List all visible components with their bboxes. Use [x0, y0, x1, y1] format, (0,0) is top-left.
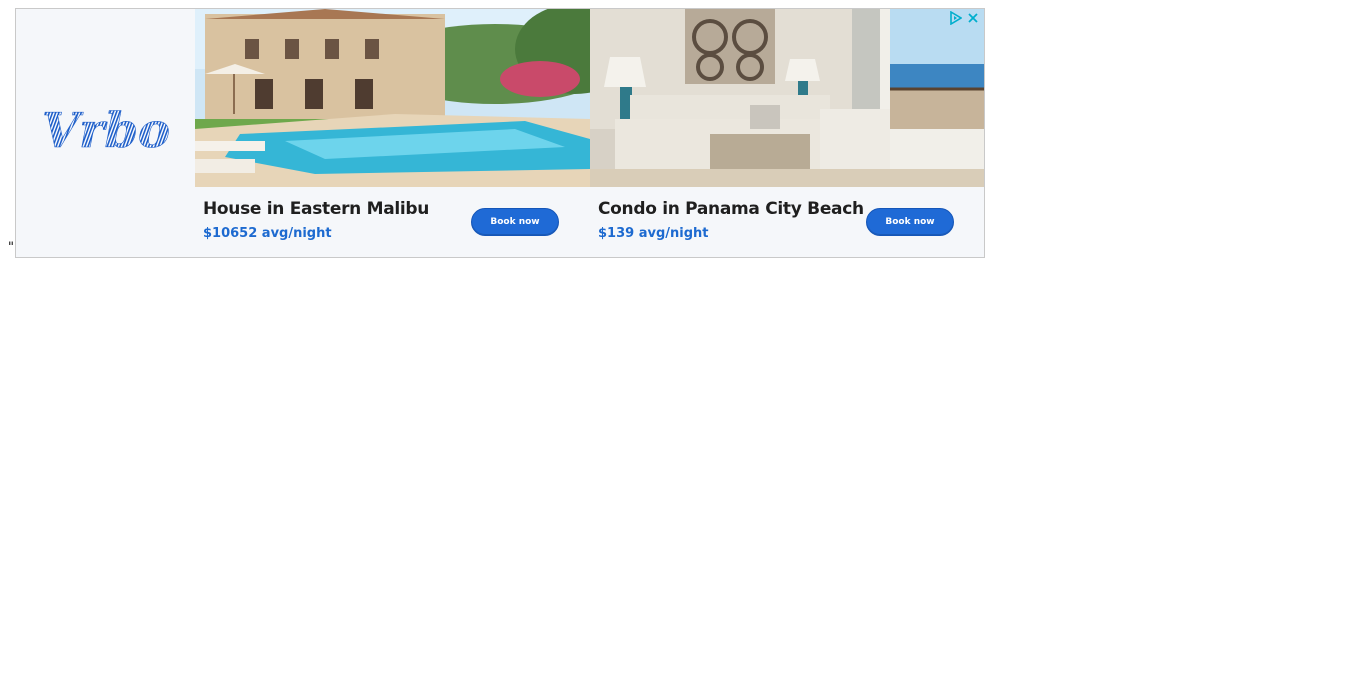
listing-price: $139 avg/night: [598, 226, 709, 241]
brand-panel[interactable]: Vrbo: [16, 9, 195, 257]
adchoices-icon[interactable]: [948, 10, 963, 26]
close-icon[interactable]: [966, 11, 980, 25]
vrbo-logo[interactable]: Vrbo: [36, 103, 176, 163]
vrbo-logo-graphic: Vrbo: [41, 103, 170, 159]
listing-price: $10652 avg/night: [203, 226, 332, 241]
listing-card[interactable]: House in Eastern Malibu $10652 avg/night…: [195, 9, 590, 257]
stray-quote-text: ": [8, 240, 14, 255]
listing-title[interactable]: House in Eastern Malibu: [203, 199, 429, 219]
listing-title[interactable]: Condo in Panama City Beach: [598, 199, 864, 219]
book-now-button[interactable]: Book now: [866, 208, 954, 236]
vrbo-logo-text: Vrbo: [41, 103, 169, 159]
listing-photo-condo[interactable]: [590, 9, 984, 187]
ad-controls: [948, 10, 980, 26]
villa-pool-image: [195, 9, 590, 187]
vrbo-display-ad[interactable]: Vrbo House in Eastern Malibu $10652 avg/…: [15, 8, 985, 258]
listing-photo-villa[interactable]: [195, 9, 590, 187]
listing-card[interactable]: Condo in Panama City Beach $139 avg/nigh…: [590, 9, 984, 257]
book-now-button[interactable]: Book now: [471, 208, 559, 236]
condo-living-room-image: [590, 9, 984, 187]
